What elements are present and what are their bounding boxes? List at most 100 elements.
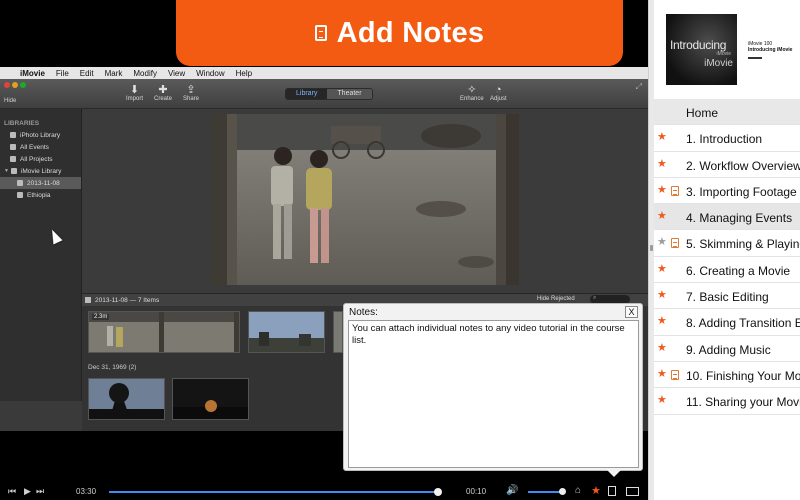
document-icon	[314, 25, 327, 41]
lesson-item[interactable]: ★ 8. Adding Transition E	[654, 309, 800, 336]
minimize-light-icon	[12, 82, 18, 88]
divider-grip-icon[interactable]	[650, 245, 653, 251]
menu-modify: Modify	[133, 68, 157, 78]
adjust-label: Adjust	[490, 96, 507, 102]
video-player[interactable]: Add Notes iMovie File Edit Mark Modify V…	[0, 0, 648, 500]
lesson-label: 8. Adding Transition E	[686, 316, 800, 331]
lesson-label: 6. Creating a Movie	[686, 263, 791, 278]
lesson-label: Home	[686, 106, 719, 120]
menu-view: View	[167, 68, 186, 78]
star-icon[interactable]: ★	[657, 394, 667, 406]
projects-icon	[10, 156, 16, 162]
lesson-item[interactable]: ★ 1. Introduction	[654, 125, 800, 152]
progress-slider[interactable]	[109, 488, 442, 496]
star-icon[interactable]: ★	[657, 184, 667, 196]
note-icon[interactable]	[671, 185, 679, 196]
enhance-label: Enhance	[460, 96, 484, 102]
event-icon	[17, 192, 23, 198]
zoom-light-icon	[20, 82, 26, 88]
fullscreen-icon: ⤢	[635, 82, 642, 91]
clip-thumbnail	[248, 311, 325, 353]
events-icon	[10, 144, 16, 150]
clip-image	[334, 312, 342, 352]
star-icon[interactable]: ★	[657, 289, 667, 301]
children-photo	[211, 114, 519, 285]
volume-knob[interactable]	[559, 488, 567, 495]
notes-title: Notes:	[349, 307, 378, 318]
elapsed-time: 03:30	[76, 487, 97, 496]
notes-icon[interactable]	[608, 486, 616, 496]
menu-edit: Edit	[79, 68, 94, 78]
create-label: Create	[154, 96, 173, 102]
volume-icon[interactable]: 🔊	[506, 485, 518, 496]
star-icon[interactable]: ★	[657, 342, 667, 354]
libraries-heading: LIBRARIES	[4, 119, 40, 127]
date-group-label: Dec 31, 1969 (2)	[88, 364, 137, 371]
lesson-list: Home ★ 1. Introduction ★ 2. Workflow Overvie…	[654, 99, 800, 415]
banner-title: Add Notes	[336, 16, 485, 49]
create-icon: ✚	[158, 84, 168, 96]
enhance-icon: ✧	[467, 84, 477, 96]
star-icon[interactable]: ★	[657, 131, 667, 143]
lesson-item[interactable]: ★ 9. Adding Music	[654, 335, 800, 362]
adjust-button: ◔ Adjust	[490, 84, 507, 102]
rewind-icon[interactable]: ⏮	[8, 486, 16, 497]
star-icon[interactable]: ★	[657, 236, 667, 248]
star-icon[interactable]: ★	[657, 315, 667, 327]
clip-thumbnail	[88, 378, 165, 420]
import-label: Import	[126, 96, 144, 102]
star-icon[interactable]: ★	[657, 210, 667, 222]
lesson-item[interactable]: ★ 11. Sharing your Movi	[654, 388, 800, 415]
star-icon[interactable]: ★	[591, 484, 601, 497]
lesson-label: 5. Skimming & Playing	[686, 237, 800, 252]
course-panel: Introducing iMovie iMovie iMovie 100 Int…	[654, 0, 800, 500]
lesson-item[interactable]: ★ 6. Creating a Movie	[654, 256, 800, 284]
course-line2: Introducing iMovie	[748, 47, 793, 53]
sidebar-item-all-events: All Events	[0, 141, 81, 153]
clip-duration: 2.3m	[92, 314, 110, 320]
notes-close-button[interactable]: X	[625, 306, 638, 318]
mouse-cursor-icon	[47, 227, 63, 245]
note-icon[interactable]	[671, 238, 679, 249]
lesson-item[interactable]: ★ 7. Basic Editing	[654, 283, 800, 310]
fullscreen-toggle-icon[interactable]	[626, 487, 639, 496]
lesson-label: 3. Importing Footage	[686, 184, 797, 199]
note-icon[interactable]	[671, 369, 679, 380]
play-icon[interactable]: ▶	[24, 486, 31, 497]
create-button: ✚ Create	[154, 84, 172, 102]
notes-textarea[interactable]: You can attach individual notes to any v…	[348, 320, 639, 468]
clip-thumbnail: 2.3m	[88, 311, 240, 353]
star-icon[interactable]: ★	[657, 263, 667, 275]
event-title: 2013-11-08 — 7 Items	[95, 296, 160, 304]
home-icon[interactable]: ⌂	[575, 485, 581, 496]
lesson-label: 7. Basic Editing	[686, 290, 769, 305]
lesson-item[interactable]: ★ 2. Workflow Overview	[654, 151, 800, 178]
preview-image	[211, 114, 519, 285]
lesson-label: 9. Adding Music	[686, 342, 771, 357]
sidebar-item-imovie-library: ▼ iMovie Library	[0, 165, 81, 177]
progress-knob[interactable]	[433, 488, 442, 496]
sidebar-item-all-projects: All Projects	[0, 153, 81, 165]
imovie-toolbar: Hide ⬇ Import ✚ Create ⇪ Share Library T…	[0, 79, 648, 109]
sidebar-item-label: All Projects	[20, 155, 53, 163]
lesson-item[interactable]: ★ 5. Skimming & Playing	[654, 230, 800, 257]
menu-mark: Mark	[104, 68, 123, 78]
lesson-item[interactable]: ★ 10. Finishing Your Mov	[654, 361, 800, 389]
star-icon[interactable]: ★	[657, 158, 667, 170]
share-button: ⇪ Share	[183, 84, 199, 102]
lesson-item[interactable]: ★ 3. Importing Footage	[654, 177, 800, 205]
volume-slider[interactable]	[528, 488, 567, 495]
volume-fill	[528, 491, 563, 493]
cover-subtitle: iMovie	[704, 58, 733, 69]
lesson-item[interactable]: ★ 4. Managing Events	[654, 204, 800, 231]
notes-pointer	[607, 470, 621, 477]
forward-icon[interactable]: ⏭	[36, 486, 44, 497]
star-icon[interactable]: ★	[657, 368, 667, 380]
clip-thumbnail	[333, 311, 343, 353]
lesson-home[interactable]: Home	[654, 99, 800, 126]
event-icon	[17, 180, 23, 186]
libraries-sidebar: LIBRARIES iPhoto Library All Events All …	[0, 109, 82, 401]
sidebar-item-label: iPhoto Library	[20, 131, 61, 139]
share-label: Share	[183, 96, 200, 102]
cover-sub-small: iMovie	[716, 51, 731, 57]
